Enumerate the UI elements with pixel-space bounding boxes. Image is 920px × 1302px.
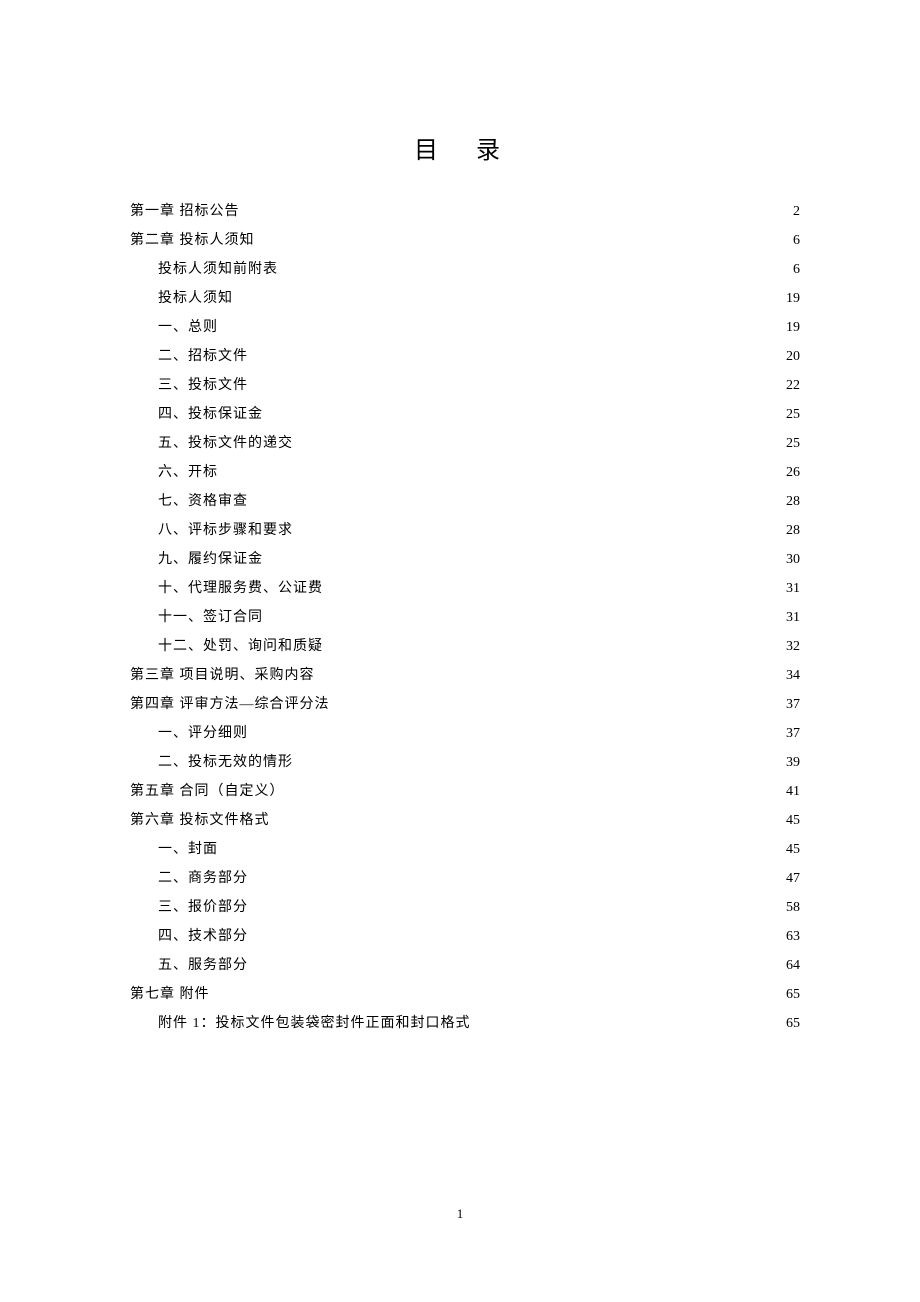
toc-entry: 第四章 评审方法—综合评分法 37 xyxy=(130,698,800,712)
toc-entry: 四、技术部分 63 xyxy=(130,930,800,944)
toc-entry: 二、招标文件 20 xyxy=(130,350,800,364)
toc-entry-page: 26 xyxy=(780,466,800,480)
toc-entry-label: 二、投标无效的情形 xyxy=(158,756,293,770)
toc-title: 目 录 xyxy=(130,130,800,165)
toc-entry: 三、报价部分 58 xyxy=(130,901,800,915)
toc-entry-page: 37 xyxy=(780,727,800,741)
toc-entry-page: 34 xyxy=(780,669,800,683)
toc-entry-page: 47 xyxy=(780,872,800,886)
toc-entry-label: 九、履约保证金 xyxy=(158,553,263,567)
toc-entry: 第六章 投标文件格式 45 xyxy=(130,814,800,828)
toc-entry: 第七章 附件 65 xyxy=(130,988,800,1002)
toc-entry-label: 第二章 投标人须知 xyxy=(130,234,255,248)
toc-entry: 三、投标文件 22 xyxy=(130,379,800,393)
toc-entry-label: 六、开标 xyxy=(158,466,218,480)
toc-entry: 十二、处罚、询问和质疑 32 xyxy=(130,640,800,654)
toc-entry: 二、投标无效的情形 39 xyxy=(130,756,800,770)
toc-entry: 投标人须知前附表 6 xyxy=(130,263,800,277)
toc-entry-label: 一、封面 xyxy=(158,843,218,857)
toc-entry-page: 31 xyxy=(780,611,800,625)
toc-entry-page: 41 xyxy=(780,785,800,799)
toc-entry-label: 第四章 评审方法—综合评分法 xyxy=(130,698,330,712)
toc-entry-page: 39 xyxy=(780,756,800,770)
toc-entry: 第五章 合同（自定义） 41 xyxy=(130,785,800,799)
document-page: 目 录 第一章 招标公告2第二章 投标人须知6投标人须知前附表6投标人须知19一… xyxy=(0,0,920,1031)
toc-entry-label: 二、商务部分 xyxy=(158,872,248,886)
page-number: 1 xyxy=(0,1206,920,1222)
toc-entry: 一、评分细则 37 xyxy=(130,727,800,741)
toc-entry-label: 附件 1：投标文件包装袋密封件正面和封口格式 xyxy=(158,1017,471,1031)
toc-entry-page: 58 xyxy=(780,901,800,915)
toc-entry-page: 20 xyxy=(780,350,800,364)
toc-entry-label: 一、总则 xyxy=(158,321,218,335)
toc-entry-page: 28 xyxy=(780,524,800,538)
toc-entry-page: 30 xyxy=(780,553,800,567)
toc-entry-label: 十一、签订合同 xyxy=(158,611,263,625)
toc-entry-page: 22 xyxy=(780,379,800,393)
toc-entry: 一、总则 19 xyxy=(130,321,800,335)
toc-entry-label: 投标人须知前附表 xyxy=(158,263,278,277)
toc-entry-label: 十、代理服务费、公证费 xyxy=(158,582,323,596)
toc-entry-page: 6 xyxy=(780,234,800,248)
toc-entry-page: 6 xyxy=(780,263,800,277)
toc-entry-label: 七、资格审查 xyxy=(158,495,248,509)
toc-entry-label: 一、评分细则 xyxy=(158,727,248,741)
toc-entry-label: 投标人须知 xyxy=(158,292,233,306)
toc-entry-page: 45 xyxy=(780,814,800,828)
table-of-contents: 第一章 招标公告 2 第二章 投标人须知 6 投标人须知前附表 6 投标人须知 19 一、总则 1… xyxy=(130,205,800,1031)
toc-entry-label: 五、服务部分 xyxy=(158,959,248,973)
toc-entry-page: 28 xyxy=(780,495,800,509)
toc-entry: 七、资格审查 28 xyxy=(130,495,800,509)
toc-entry: 第一章 招标公告 2 xyxy=(130,205,800,219)
toc-entry-label: 第五章 合同（自定义） xyxy=(130,785,285,799)
toc-entry-label: 十二、处罚、询问和质疑 xyxy=(158,640,323,654)
toc-entry-label: 第三章 项目说明、采购内容 xyxy=(130,669,315,683)
toc-entry: 六、开标 26 xyxy=(130,466,800,480)
toc-entry-label: 三、报价部分 xyxy=(158,901,248,915)
toc-entry: 投标人须知 19 xyxy=(130,292,800,306)
toc-entry: 二、商务部分 47 xyxy=(130,872,800,886)
toc-entry: 九、履约保证金 30 xyxy=(130,553,800,567)
toc-entry-label: 第六章 投标文件格式 xyxy=(130,814,270,828)
toc-entry-page: 65 xyxy=(780,1017,800,1031)
toc-entry-page: 63 xyxy=(780,930,800,944)
toc-entry-label: 第一章 招标公告 xyxy=(130,205,240,219)
toc-entry-label: 四、技术部分 xyxy=(158,930,248,944)
toc-entry-label: 第七章 附件 xyxy=(130,988,210,1002)
toc-entry: 一、封面 45 xyxy=(130,843,800,857)
toc-entry-page: 2 xyxy=(780,205,800,219)
toc-entry-page: 25 xyxy=(780,408,800,422)
toc-entry: 五、投标文件的递交 25 xyxy=(130,437,800,451)
toc-entry: 第二章 投标人须知 6 xyxy=(130,234,800,248)
toc-entry-page: 25 xyxy=(780,437,800,451)
toc-entry-label: 四、投标保证金 xyxy=(158,408,263,422)
toc-entry-page: 64 xyxy=(780,959,800,973)
toc-entry-label: 三、投标文件 xyxy=(158,379,248,393)
toc-entry-page: 45 xyxy=(780,843,800,857)
toc-entry: 四、投标保证金 25 xyxy=(130,408,800,422)
toc-entry-page: 19 xyxy=(780,321,800,335)
toc-entry-page: 37 xyxy=(780,698,800,712)
toc-entry-label: 五、投标文件的递交 xyxy=(158,437,293,451)
toc-entry: 八、评标步骤和要求 28 xyxy=(130,524,800,538)
toc-entry: 十、代理服务费、公证费 31 xyxy=(130,582,800,596)
toc-entry-page: 31 xyxy=(780,582,800,596)
toc-entry-label: 二、招标文件 xyxy=(158,350,248,364)
toc-entry-page: 32 xyxy=(780,640,800,654)
toc-entry-label: 八、评标步骤和要求 xyxy=(158,524,293,538)
toc-entry-page: 19 xyxy=(780,292,800,306)
toc-entry-page: 65 xyxy=(780,988,800,1002)
toc-entry: 十一、签订合同 31 xyxy=(130,611,800,625)
toc-entry: 第三章 项目说明、采购内容 34 xyxy=(130,669,800,683)
toc-entry: 五、服务部分 64 xyxy=(130,959,800,973)
toc-entry: 附件 1：投标文件包装袋密封件正面和封口格式 65 xyxy=(130,1017,800,1031)
